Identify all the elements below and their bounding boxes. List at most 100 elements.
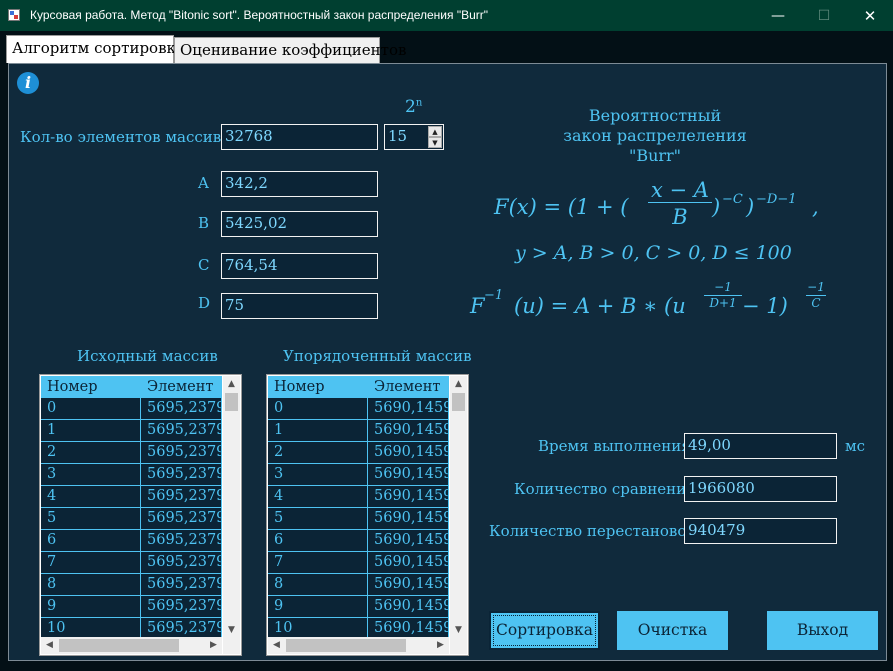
sorted-array-grid[interactable]: Номер Элемент 05690,1459...15690,1459...… <box>266 374 469 656</box>
scroll-left-icon[interactable]: ◀ <box>268 637 285 654</box>
param-c-field[interactable]: 764,54 <box>221 253 378 279</box>
row-number-cell[interactable]: 8 <box>268 574 368 596</box>
row-number-cell[interactable]: 0 <box>268 398 368 420</box>
column-header-element[interactable]: Элемент <box>141 376 222 398</box>
table-row[interactable]: 55690,1459... <box>268 508 449 530</box>
tab-coefficient-estimation[interactable]: Оценивание коэффициентов <box>174 37 406 63</box>
exit-button[interactable]: Выход <box>767 611 878 650</box>
scroll-thumb[interactable] <box>452 393 465 411</box>
scroll-right-icon[interactable]: ▶ <box>205 637 222 654</box>
exec-time-field[interactable]: 49,00 <box>684 433 837 459</box>
row-element-cell[interactable]: 5690,1459... <box>368 596 449 618</box>
table-row[interactable]: 75690,1459... <box>268 552 449 574</box>
tab-sorting-algorithm[interactable]: Алгоритм сортировки <box>6 35 186 63</box>
table-row[interactable]: 05690,1459... <box>268 398 449 420</box>
stepper-up-icon[interactable]: ▲ <box>428 126 442 137</box>
row-element-cell[interactable]: 5695,2379... <box>141 574 222 596</box>
table-row[interactable]: 35690,1459... <box>268 464 449 486</box>
row-element-cell[interactable]: 5695,2379... <box>141 486 222 508</box>
row-number-cell[interactable]: 3 <box>268 464 368 486</box>
close-button[interactable]: ✕ <box>847 0 893 31</box>
param-a-field[interactable]: 342,2 <box>221 171 378 197</box>
column-header-element[interactable]: Элемент <box>368 376 449 398</box>
swaps-field[interactable]: 940479 <box>684 518 837 544</box>
source-array-grid[interactable]: Номер Элемент 05695,2379...15695,2379...… <box>39 374 242 656</box>
row-number-cell[interactable]: 5 <box>41 508 141 530</box>
scroll-thumb[interactable] <box>286 639 406 652</box>
row-element-cell[interactable]: 5690,1459... <box>368 552 449 574</box>
table-row[interactable]: 95695,2379... <box>41 596 222 618</box>
row-element-cell[interactable]: 5690,1459... <box>368 442 449 464</box>
table-row[interactable]: 75695,2379... <box>41 552 222 574</box>
row-element-cell[interactable]: 5695,2379... <box>141 442 222 464</box>
row-element-cell[interactable]: 5695,2379... <box>141 420 222 442</box>
scroll-up-icon[interactable]: ▲ <box>450 376 467 392</box>
row-element-cell[interactable]: 5695,2379... <box>141 398 222 420</box>
row-number-cell[interactable]: 8 <box>41 574 141 596</box>
row-element-cell[interactable]: 5690,1459... <box>368 486 449 508</box>
row-number-cell[interactable]: 9 <box>41 596 141 618</box>
table-row[interactable]: 05695,2379... <box>41 398 222 420</box>
row-element-cell[interactable]: 5690,1459... <box>368 420 449 442</box>
row-number-cell[interactable]: 7 <box>268 552 368 574</box>
array-count-field[interactable]: 32768 <box>221 124 378 150</box>
column-header-number[interactable]: Номер <box>41 376 141 398</box>
row-number-cell[interactable]: 2 <box>268 442 368 464</box>
param-b-field[interactable]: 5425,02 <box>221 211 378 237</box>
row-number-cell[interactable]: 4 <box>268 486 368 508</box>
vertical-scrollbar[interactable]: ▲ ▼ <box>450 376 467 638</box>
table-row[interactable]: 65690,1459... <box>268 530 449 552</box>
row-number-cell[interactable]: 6 <box>268 530 368 552</box>
sort-button[interactable]: Сортировка <box>489 611 600 650</box>
table-row[interactable]: 45695,2379... <box>41 486 222 508</box>
table-row[interactable]: 25695,2379... <box>41 442 222 464</box>
row-number-cell[interactable]: 6 <box>41 530 141 552</box>
row-element-cell[interactable]: 5695,2379... <box>141 464 222 486</box>
table-row[interactable]: 15690,1459... <box>268 420 449 442</box>
row-element-cell[interactable]: 5690,1459... <box>368 398 449 420</box>
stepper-down-icon[interactable]: ▼ <box>428 137 442 148</box>
table-row[interactable]: 35695,2379... <box>41 464 222 486</box>
row-number-cell[interactable]: 1 <box>41 420 141 442</box>
power-value[interactable]: 15 <box>388 125 407 147</box>
table-row[interactable]: 65695,2379... <box>41 530 222 552</box>
param-d-field[interactable]: 75 <box>221 293 378 319</box>
table-row[interactable]: 95690,1459... <box>268 596 449 618</box>
info-icon[interactable]: i <box>17 72 39 94</box>
row-number-cell[interactable]: 9 <box>268 596 368 618</box>
scroll-thumb[interactable] <box>225 393 238 411</box>
row-number-cell[interactable]: 2 <box>41 442 141 464</box>
row-number-cell[interactable]: 3 <box>41 464 141 486</box>
horizontal-scrollbar[interactable]: ◀ ▶ <box>41 637 222 654</box>
table-row[interactable]: 85690,1459... <box>268 574 449 596</box>
table-row[interactable]: 55695,2379... <box>41 508 222 530</box>
row-number-cell[interactable]: 1 <box>268 420 368 442</box>
row-element-cell[interactable]: 5690,1459... <box>368 530 449 552</box>
scroll-up-icon[interactable]: ▲ <box>223 376 240 392</box>
power-stepper[interactable]: 15 ▲ ▼ <box>384 124 444 150</box>
vertical-scrollbar[interactable]: ▲ ▼ <box>223 376 240 638</box>
row-element-cell[interactable]: 5695,2379... <box>141 552 222 574</box>
scroll-left-icon[interactable]: ◀ <box>41 637 58 654</box>
comparisons-field[interactable]: 1966080 <box>684 476 837 502</box>
row-element-cell[interactable]: 5695,2379... <box>141 508 222 530</box>
row-number-cell[interactable]: 4 <box>41 486 141 508</box>
table-row[interactable]: 15695,2379... <box>41 420 222 442</box>
row-element-cell[interactable]: 5690,1459... <box>368 574 449 596</box>
row-number-cell[interactable]: 5 <box>268 508 368 530</box>
scroll-right-icon[interactable]: ▶ <box>432 637 449 654</box>
row-element-cell[interactable]: 5690,1459... <box>368 508 449 530</box>
scroll-down-icon[interactable]: ▼ <box>450 622 467 638</box>
scroll-thumb[interactable] <box>59 639 179 652</box>
row-number-cell[interactable]: 0 <box>41 398 141 420</box>
row-element-cell[interactable]: 5695,2379... <box>141 530 222 552</box>
row-element-cell[interactable]: 5695,2379... <box>141 596 222 618</box>
table-row[interactable]: 45690,1459... <box>268 486 449 508</box>
row-element-cell[interactable]: 5690,1459... <box>368 464 449 486</box>
column-header-number[interactable]: Номер <box>268 376 368 398</box>
clear-button[interactable]: Очистка <box>617 611 728 650</box>
table-row[interactable]: 85695,2379... <box>41 574 222 596</box>
table-row[interactable]: 25690,1459... <box>268 442 449 464</box>
row-number-cell[interactable]: 7 <box>41 552 141 574</box>
scroll-down-icon[interactable]: ▼ <box>223 622 240 638</box>
